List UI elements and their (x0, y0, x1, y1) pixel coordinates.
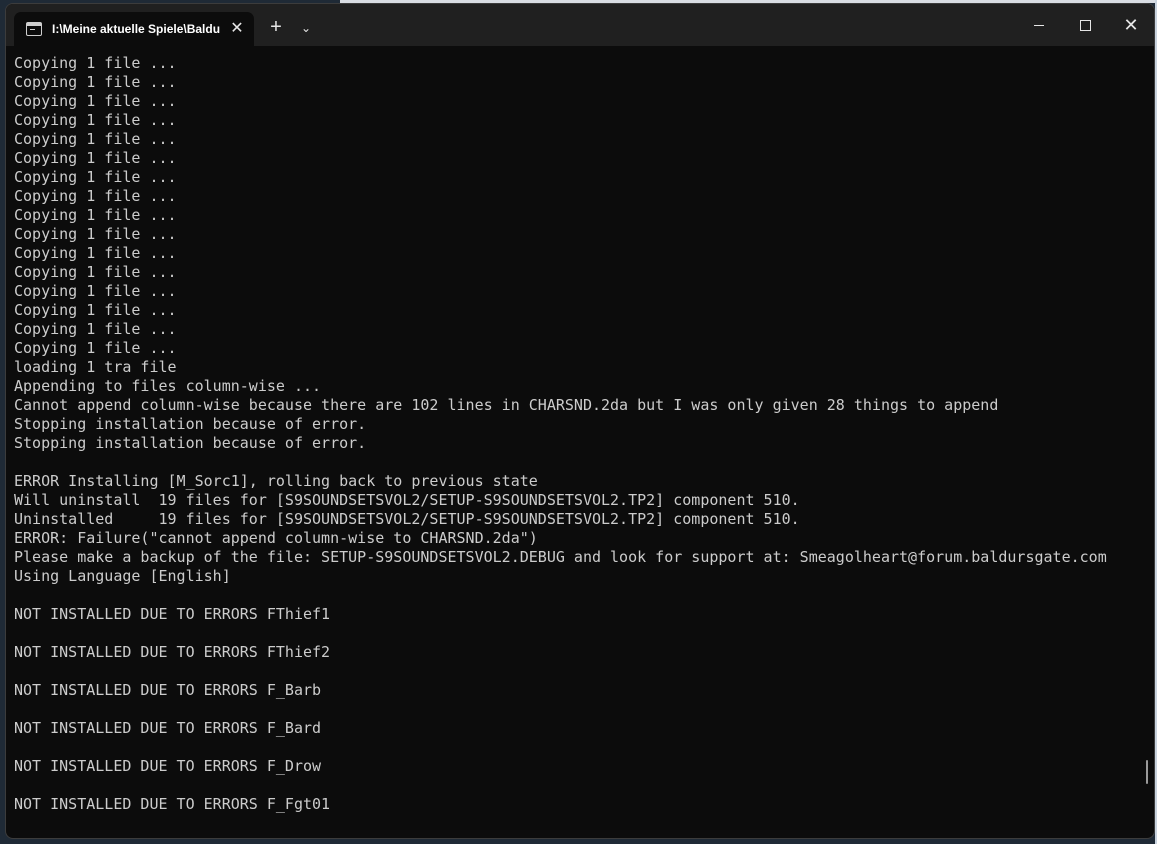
terminal-line: Copying 1 file ... (14, 206, 177, 224)
terminal-line: Copying 1 file ... (14, 282, 177, 300)
title-bar[interactable]: I:\Meine aktuelle Spiele\Baldu ✕ + ⌄ ✕ (6, 4, 1154, 46)
terminal-line: Stopping installation because of error. (14, 434, 367, 452)
terminal-line: Copying 1 file ... (14, 225, 177, 243)
terminal-line: Copying 1 file ... (14, 244, 177, 262)
terminal-line: ERROR: Failure("cannot append column-wis… (14, 529, 538, 547)
scrollbar-thumb[interactable] (1146, 760, 1148, 784)
terminal-line: Copying 1 file ... (14, 187, 177, 205)
terminal-line: NOT INSTALLED DUE TO ERRORS FThief2 (14, 643, 331, 661)
terminal-line: NOT INSTALLED DUE TO ERRORS F_Barb (14, 681, 322, 699)
terminal-line: NOT INSTALLED DUE TO ERRORS F_Fgt01 (14, 795, 331, 813)
terminal-window: I:\Meine aktuelle Spiele\Baldu ✕ + ⌄ ✕ C… (5, 3, 1155, 839)
tab-title: I:\Meine aktuelle Spiele\Baldu (52, 22, 220, 36)
terminal-line: Copying 1 file ... (14, 111, 177, 129)
terminal-line: Copying 1 file ... (14, 168, 177, 186)
terminal-output[interactable]: Copying 1 file ... Copying 1 file ... Copy… (14, 54, 1134, 834)
terminal-line: Copying 1 file ... (14, 130, 177, 148)
terminal-line: Please make a backup of the file: SETUP-… (14, 548, 1107, 566)
terminal-line: Cannot append column-wise because there … (14, 396, 999, 414)
terminal-line: Will uninstall 19 files for [S9SOUNDSETS… (14, 491, 800, 509)
terminal-line: Copying 1 file ... (14, 301, 177, 319)
terminal-line: Uninstalled 19 files for [S9SOUNDSETSVOL… (14, 510, 800, 528)
tab-close-icon[interactable]: ✕ (228, 20, 246, 38)
new-tab-button[interactable]: + (264, 16, 288, 40)
terminal-line: Copying 1 file ... (14, 73, 177, 91)
terminal-line: Copying 1 file ... (14, 263, 177, 281)
terminal-line: NOT INSTALLED DUE TO ERRORS F_Drow (14, 757, 322, 775)
window-controls: ✕ (1016, 4, 1154, 46)
close-icon: ✕ (1123, 15, 1139, 35)
terminal-line: Stopping installation because of error. (14, 415, 367, 433)
terminal-line: Copying 1 file ... (14, 92, 177, 110)
terminal-line: loading 1 tra file (14, 358, 177, 376)
terminal-line: Copying 1 file ... (14, 149, 177, 167)
maximize-button[interactable] (1062, 4, 1108, 46)
terminal-line: NOT INSTALLED DUE TO ERRORS F_Bard (14, 719, 322, 737)
terminal-line: Copying 1 file ... (14, 339, 177, 357)
terminal-icon (26, 22, 42, 36)
minimize-button[interactable] (1016, 4, 1062, 46)
close-button[interactable]: ✕ (1108, 4, 1154, 46)
chevron-down-icon[interactable]: ⌄ (296, 16, 316, 40)
terminal-tab[interactable]: I:\Meine aktuelle Spiele\Baldu ✕ (14, 12, 254, 46)
terminal-line: Copying 1 file ... (14, 320, 177, 338)
terminal-line: NOT INSTALLED DUE TO ERRORS FThief1 (14, 605, 331, 623)
terminal-line: Appending to files column-wise ... (14, 377, 322, 395)
terminal-line: ERROR Installing [M_Sorc1], rolling back… (14, 472, 538, 490)
terminal-line: Copying 1 file ... (14, 54, 177, 72)
terminal-line: Using Language [English] (14, 567, 231, 585)
maximize-icon (1079, 19, 1091, 31)
minimize-icon (1034, 24, 1044, 26)
